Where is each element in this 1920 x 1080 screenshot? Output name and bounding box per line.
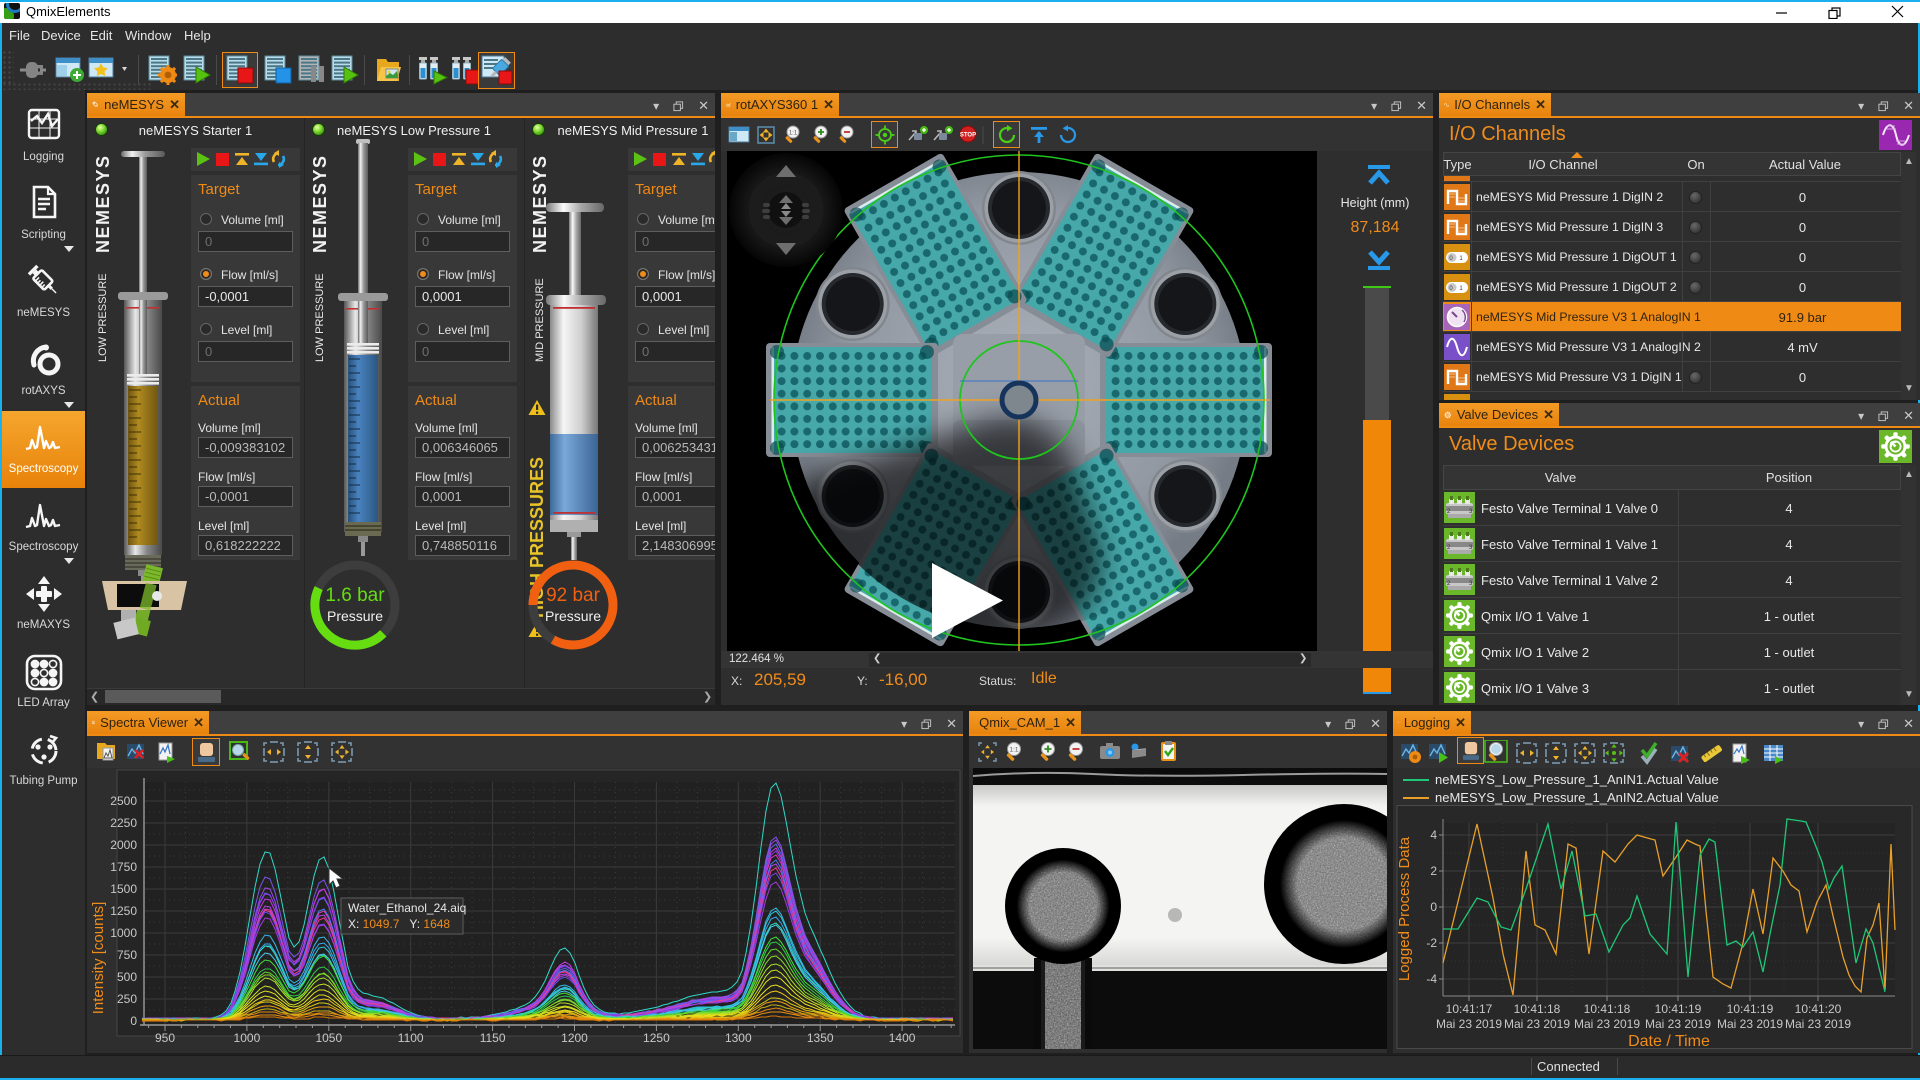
svg-text:Mai 23 2019: Mai 23 2019 <box>1574 1017 1640 1031</box>
svg-text:Pressure: Pressure <box>545 608 601 624</box>
svg-text:Intensity [counts]: Intensity [counts] <box>90 902 107 1015</box>
svg-text:1:1: 1:1 <box>789 131 798 137</box>
svg-text:1250: 1250 <box>110 904 137 918</box>
svg-text:1500: 1500 <box>110 882 137 896</box>
svg-text:1100: 1100 <box>398 1031 424 1045</box>
svg-text:750: 750 <box>117 948 137 962</box>
svg-text:Logged Process Data: Logged Process Data <box>1396 836 1413 981</box>
svg-text:360: 360 <box>727 104 730 106</box>
svg-text:4: 4 <box>1430 828 1437 842</box>
svg-text:1.6 bar: 1.6 bar <box>325 585 385 606</box>
svg-text:10:41:19: 10:41:19 <box>1727 1002 1774 1016</box>
svg-text:10:41:18: 10:41:18 <box>1514 1002 1561 1016</box>
svg-text:STOP: STOP <box>960 133 976 139</box>
svg-text:Mai 23 2019: Mai 23 2019 <box>1504 1017 1570 1031</box>
svg-text:Mai 23 2019: Mai 23 2019 <box>1717 1017 1783 1031</box>
svg-text:10:41:20: 10:41:20 <box>1795 1002 1842 1016</box>
svg-text:92 bar: 92 bar <box>546 585 601 606</box>
svg-text:1:1: 1:1 <box>1009 747 1018 754</box>
svg-text:1750: 1750 <box>110 860 137 874</box>
svg-text:1050: 1050 <box>315 1031 342 1045</box>
svg-text:1300: 1300 <box>725 1031 752 1045</box>
svg-text:10:41:17: 10:41:17 <box>1446 1002 1493 1016</box>
svg-text:1350: 1350 <box>807 1031 834 1045</box>
svg-text:-2: -2 <box>1426 936 1437 950</box>
svg-text:1000: 1000 <box>110 926 137 940</box>
svg-text:2500: 2500 <box>110 794 137 808</box>
svg-text:1150: 1150 <box>480 1031 506 1045</box>
svg-text:10:41:19: 10:41:19 <box>1655 1002 1702 1016</box>
svg-text:X: 1049.7 Y: 1648: X: 1049.7 Y: 1648 <box>348 917 450 931</box>
svg-text:Date / Time: Date / Time <box>1628 1033 1710 1050</box>
svg-text:500: 500 <box>117 970 137 984</box>
svg-text:-4: -4 <box>1426 972 1437 986</box>
svg-text:Water_Ethanol_24.aiq: Water_Ethanol_24.aiq <box>348 901 466 915</box>
svg-text:0: 0 <box>1430 900 1437 914</box>
svg-text:1400: 1400 <box>889 1031 916 1045</box>
svg-text:2: 2 <box>1430 864 1437 878</box>
svg-text:1250: 1250 <box>643 1031 670 1045</box>
svg-text:Mai 23 2019: Mai 23 2019 <box>1436 1017 1502 1031</box>
svg-text:2000: 2000 <box>110 838 137 852</box>
svg-text:Pressure: Pressure <box>327 608 383 624</box>
svg-text:0: 0 <box>130 1014 137 1028</box>
svg-text:Mai 23 2019: Mai 23 2019 <box>1785 1017 1851 1031</box>
svg-text:1200: 1200 <box>561 1031 588 1045</box>
svg-text:950: 950 <box>155 1031 175 1045</box>
svg-text:2250: 2250 <box>110 816 137 830</box>
svg-text:Mai 23 2019: Mai 23 2019 <box>1645 1017 1711 1031</box>
svg-text:250: 250 <box>117 992 137 1006</box>
svg-text:10:41:18: 10:41:18 <box>1584 1002 1631 1016</box>
svg-text:1000: 1000 <box>234 1031 261 1045</box>
